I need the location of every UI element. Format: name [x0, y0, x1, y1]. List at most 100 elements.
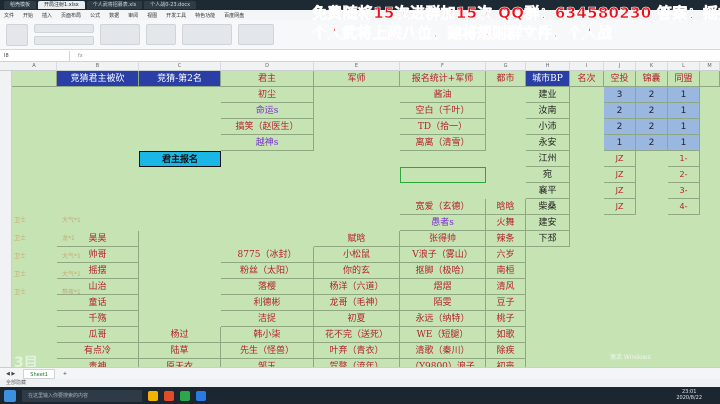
city-cell[interactable]: 宛: [526, 167, 570, 183]
tab-wujiang[interactable]: 个人武将招募表.xls: [86, 1, 143, 9]
cell-dushi[interactable]: 清风: [486, 279, 526, 295]
alliance-cell[interactable]: 1: [668, 119, 700, 135]
cell-signup[interactable]: 空白（千叶）: [400, 103, 486, 119]
tab-template[interactable]: 稻壳模板: [4, 1, 37, 9]
cell-guess[interactable]: 有点冷: [57, 343, 139, 359]
col-header[interactable]: J: [604, 62, 636, 71]
menu-developer[interactable]: 开发工具: [166, 12, 186, 19]
col-header[interactable]: M: [700, 62, 720, 71]
header-airdrop[interactable]: 空投: [604, 71, 636, 87]
tab-kaiju[interactable]: 开局注射1.xlsx: [38, 1, 85, 9]
app-icon[interactable]: [196, 390, 206, 401]
col-header[interactable]: G: [486, 62, 526, 71]
header-city-bp[interactable]: 城市BP: [526, 71, 570, 87]
jinnang-cell[interactable]: 2: [636, 119, 668, 135]
cell-signup[interactable]: 熠熠: [400, 279, 486, 295]
cell-signup[interactable]: 宽爱（玄德）: [400, 199, 486, 215]
cell-dushi[interactable]: 火舞: [486, 215, 526, 231]
cell-signup[interactable]: 愚者s: [400, 215, 486, 231]
col-header[interactable]: I: [570, 62, 604, 71]
header-signup[interactable]: 报名统计+军师: [400, 71, 486, 87]
menu-formula[interactable]: 公式: [90, 12, 100, 19]
cell-junshi[interactable]: 叶弃（青衣）: [314, 343, 400, 359]
cell-junzhu[interactable]: 初尘: [221, 87, 314, 103]
cell-dushi[interactable]: 豆子: [486, 295, 526, 311]
merge-icon[interactable]: [146, 24, 176, 45]
col-header[interactable]: A: [12, 62, 57, 71]
cell-junzhu[interactable]: 洁捉: [221, 311, 314, 327]
cell-dushi[interactable]: 辣条: [486, 231, 526, 247]
cell-dushi[interactable]: 南桓: [486, 263, 526, 279]
airdrop-cell[interactable]: JZ: [604, 199, 636, 215]
cell-signup[interactable]: （Y9800）浪子: [400, 359, 486, 367]
cell-junshi[interactable]: 杨洋（六道）: [314, 279, 400, 295]
taskbar-search-input[interactable]: 在这里输入你要搜索的内容: [22, 389, 142, 402]
header-guess-second[interactable]: 竞猜-第2名: [139, 71, 221, 87]
menu-file[interactable]: 文件: [4, 12, 14, 19]
taskbar-clock[interactable]: 23:01 2020/8/22: [676, 389, 702, 401]
cell-dushi[interactable]: 六岁: [486, 247, 526, 263]
city-cell[interactable]: 建安: [526, 215, 570, 231]
header-jinnang[interactable]: 锦囊: [636, 71, 668, 87]
alliance-cell[interactable]: 1: [668, 135, 700, 151]
city-cell[interactable]: 汝南: [526, 103, 570, 119]
header-rank[interactable]: 名次: [570, 71, 604, 87]
cell-guess2[interactable]: 陆草: [139, 343, 221, 359]
cell-dushi[interactable]: 除疾: [486, 343, 526, 359]
alliance-cell[interactable]: 2-: [668, 167, 700, 183]
header-guess-king[interactable]: 竞猜君主被砍: [57, 71, 139, 87]
cell-signup[interactable]: 清歌（秦川）: [400, 343, 486, 359]
spreadsheet-grid[interactable]: 竞猜君主被砍 竞猜-第2名 君主 军师 报名统计+军师 都市 城市BP 名次 空…: [12, 71, 720, 367]
alliance-cell[interactable]: 1: [668, 103, 700, 119]
menu-special[interactable]: 特色功能: [195, 12, 215, 19]
number-format[interactable]: [182, 24, 232, 45]
cell-signup[interactable]: 张得帅: [400, 231, 486, 247]
font-select[interactable]: [34, 24, 94, 33]
cell-junzhu[interactable]: 邹玉: [221, 359, 314, 367]
city-cell[interactable]: 江州: [526, 151, 570, 167]
cell-junshi[interactable]: 驾骜（流年）: [314, 359, 400, 367]
cell-guess[interactable]: 瓜哥: [57, 327, 139, 343]
cell[interactable]: [700, 71, 720, 87]
col-header[interactable]: K: [636, 62, 668, 71]
alliance-cell[interactable]: 1: [668, 87, 700, 103]
cell-dushi[interactable]: 晗晗: [486, 199, 526, 215]
airdrop-cell[interactable]: JZ: [604, 183, 636, 199]
col-header[interactable]: H: [526, 62, 570, 71]
airdrop-cell[interactable]: JZ: [604, 151, 636, 167]
cell-signup[interactable]: 抠脚（极哈）: [400, 263, 486, 279]
cell-junzhu[interactable]: 越神s: [221, 135, 314, 151]
col-header[interactable]: F: [400, 62, 486, 71]
cell-junshi[interactable]: 花不完（送死）: [314, 327, 400, 343]
header-dushi[interactable]: 都市: [486, 71, 526, 87]
cell-signup[interactable]: TD（拾一）: [400, 119, 486, 135]
cell-signup[interactable]: 酱油: [400, 87, 486, 103]
cell-dushi[interactable]: 桃子: [486, 311, 526, 327]
airdrop-cell[interactable]: 2: [604, 103, 636, 119]
col-header[interactable]: E: [314, 62, 400, 71]
cell-signup[interactable]: 离离（清雪）: [400, 135, 486, 151]
jinnang-cell[interactable]: 2: [636, 87, 668, 103]
cell-junzhu[interactable]: 韩小柒: [221, 327, 314, 343]
city-cell[interactable]: 襄平: [526, 183, 570, 199]
cell-junshi[interactable]: 龙哥（毛神）: [314, 295, 400, 311]
row-headers[interactable]: [0, 71, 12, 367]
cell-guess[interactable]: 童话: [57, 295, 139, 311]
header-junshi[interactable]: 军师: [314, 71, 400, 87]
menu-baidu[interactable]: 百度网盘: [224, 12, 244, 19]
jinnang-cell[interactable]: 2: [636, 135, 668, 151]
cell-signup[interactable]: WE（短腿）: [400, 327, 486, 343]
junzhu-signup-label[interactable]: 君主报名: [139, 151, 221, 167]
cond-format-icon[interactable]: [238, 24, 274, 45]
cell-junshi[interactable]: 初夏: [314, 311, 400, 327]
cell[interactable]: [12, 71, 57, 87]
cell-guess[interactable]: 毒神: [57, 359, 139, 367]
cell-guess2[interactable]: 杨过: [139, 327, 221, 343]
cell-junzhu[interactable]: 8775（冰封）: [221, 247, 314, 263]
wps-icon[interactable]: [180, 390, 190, 401]
cell-junzhu[interactable]: 命运s: [221, 103, 314, 119]
cell-junzhu[interactable]: 利德彬: [221, 295, 314, 311]
cell-junshi[interactable]: 小松鼠: [314, 247, 400, 263]
alliance-cell[interactable]: 1-: [668, 151, 700, 167]
cell-dushi[interactable]: 如歌: [486, 327, 526, 343]
